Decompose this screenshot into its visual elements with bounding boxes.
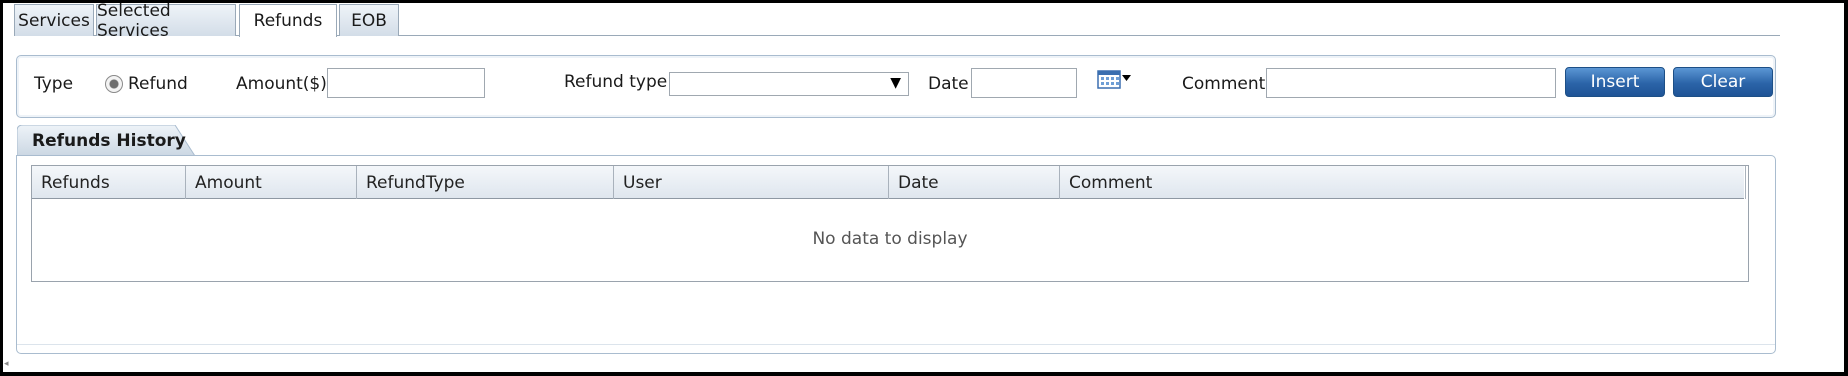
refund-type-select[interactable]: ▼ bbox=[669, 72, 909, 96]
column-header-refunds[interactable]: Refunds bbox=[32, 166, 186, 199]
refund-radio-label[interactable]: Refund bbox=[128, 74, 188, 94]
amount-label: Amount($) bbox=[236, 74, 327, 94]
tab-strip: Services Selected Services Refunds EOB bbox=[14, 1, 1780, 41]
column-header-user[interactable]: User bbox=[614, 166, 889, 199]
column-header-comment[interactable]: Comment bbox=[1060, 166, 1746, 199]
tab-selected-services[interactable]: Selected Services bbox=[96, 1, 236, 41]
scroll-left-icon[interactable]: ◂ bbox=[4, 359, 9, 369]
chevron-down-icon[interactable]: ▼ bbox=[890, 75, 901, 91]
comment-input[interactable] bbox=[1266, 68, 1556, 98]
empty-grid-message: No data to display bbox=[812, 229, 968, 249]
amount-input[interactable] bbox=[327, 68, 485, 98]
grid-header: Refunds Amount RefundType User Date Comm… bbox=[32, 166, 1746, 199]
date-label: Date bbox=[928, 74, 969, 94]
comment-label: Comment bbox=[1182, 74, 1266, 94]
refund-radio[interactable] bbox=[105, 75, 123, 93]
tab-services[interactable]: Services bbox=[14, 4, 94, 36]
panel-divider bbox=[17, 344, 1775, 345]
tab-refunds[interactable]: Refunds bbox=[239, 4, 337, 37]
insert-button[interactable]: Insert bbox=[1565, 67, 1665, 97]
refunds-history-header: Refunds History bbox=[17, 125, 197, 156]
column-header-amount[interactable]: Amount bbox=[186, 166, 357, 199]
refund-type-label: Refund type bbox=[564, 72, 668, 92]
refunds-history-panel: Refunds Amount RefundType User Date Comm… bbox=[16, 155, 1776, 354]
refunds-history-title: Refunds History bbox=[32, 131, 186, 151]
tab-eob[interactable]: EOB bbox=[339, 4, 399, 36]
refund-form-panel: Type Refund Amount($) Refund type ▼ Date… bbox=[16, 55, 1776, 118]
column-header-date[interactable]: Date bbox=[889, 166, 1060, 199]
clear-button[interactable]: Clear bbox=[1673, 67, 1773, 97]
date-input[interactable] bbox=[971, 68, 1077, 98]
refunds-grid: Refunds Amount RefundType User Date Comm… bbox=[31, 165, 1749, 282]
column-header-refundtype[interactable]: RefundType bbox=[357, 166, 614, 199]
calendar-icon[interactable] bbox=[1097, 70, 1133, 95]
type-label: Type bbox=[34, 74, 74, 94]
